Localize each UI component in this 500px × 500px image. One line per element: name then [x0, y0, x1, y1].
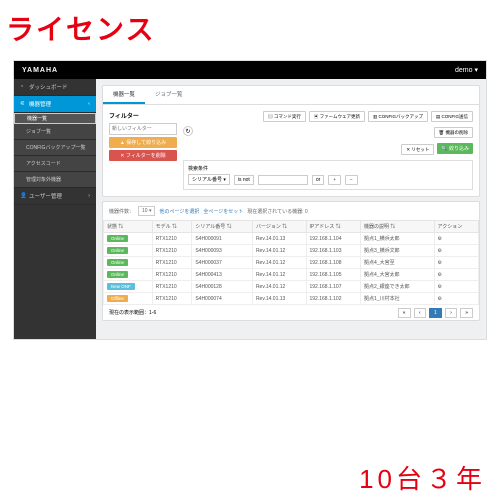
filter-name-input[interactable] — [109, 123, 177, 135]
fw-update-button[interactable]: ▣ ファームウェア更新 — [309, 111, 365, 122]
user-icon: 👤 — [20, 193, 26, 199]
overlay-top-text: ライセンス — [0, 0, 500, 52]
page-delete-link[interactable]: 他のページを選択 — [159, 208, 199, 215]
status-badge: Online — [107, 259, 128, 266]
share-icon: ⚟ — [20, 101, 26, 107]
table-row[interactable]: OfflineRTX1210S4H000074Rev.14.01.13192.1… — [104, 293, 479, 305]
reset-button[interactable]: ✕ リセット — [401, 144, 434, 155]
cond-add-button[interactable]: + — [328, 175, 341, 185]
all-select-link[interactable]: 全ページをセット — [203, 208, 243, 215]
pager-first[interactable]: « — [398, 308, 411, 318]
sidebar-item-config-backup[interactable]: CONFIGバックアップ一覧 — [14, 140, 96, 156]
table-row[interactable]: OnlineRTX1210S4H000037Rev.14.01.12192.16… — [104, 257, 479, 269]
filter-title: フィルター — [109, 111, 177, 120]
tab-devices[interactable]: 機器一覧 — [103, 86, 145, 104]
status-badge: Online — [107, 271, 128, 278]
status-badge: New ONF — [107, 283, 135, 290]
overlay-bottom-text: 10台３年 — [359, 459, 486, 496]
pager-page[interactable]: 1 — [429, 308, 442, 318]
cond-value-input[interactable] — [258, 175, 308, 185]
col-status[interactable]: 状態 ⇅ — [104, 221, 153, 233]
items-label: 機器件数： — [109, 208, 134, 215]
gauge-icon: ◔ — [20, 84, 26, 90]
filter-save-button[interactable]: ▲ 保存して絞り込み — [109, 137, 177, 148]
brand-logo: YAMAHA — [22, 67, 58, 74]
user-menu[interactable]: demo ▾ — [455, 66, 478, 74]
sidebar-item-access-code[interactable]: アクセスコード — [14, 156, 96, 172]
status-badge: Online — [107, 235, 128, 242]
sidebar-item-unmanaged[interactable]: 管理対象外機器 — [14, 172, 96, 188]
gear-icon[interactable]: ⚙ — [438, 260, 442, 266]
tabs: 機器一覧 ジョブ一覧 — [103, 86, 479, 105]
gear-icon[interactable]: ⚙ — [438, 248, 442, 254]
pager: 現在の表示範囲：1-6 « ‹ 1 › » — [103, 305, 479, 320]
page-size-select[interactable]: 10 ▾ — [138, 206, 155, 216]
config-backup-button[interactable]: ▥ CONFIGバックアップ — [368, 111, 428, 122]
sidebar-item-devices[interactable]: ⚟機器管理‹ — [14, 96, 96, 113]
content-area: 機器一覧 ジョブ一覧 フィルター ▲ 保存して絞り込み ✕ フィルターを削除 ▤… — [96, 79, 486, 340]
tab-jobs[interactable]: ジョブ一覧 — [145, 86, 193, 104]
gear-icon[interactable]: ⚙ — [438, 236, 442, 242]
col-serial[interactable]: シリアル番号 ⇅ — [192, 221, 253, 233]
col-version[interactable]: バージョン ⇅ — [252, 221, 306, 233]
cond-op2-select[interactable]: or — [312, 175, 324, 185]
cmd-exec-button[interactable]: ▤ コマンド実行 — [263, 111, 306, 122]
pager-last[interactable]: » — [460, 308, 473, 318]
apply-filter-button[interactable]: 🔍 絞り込み — [437, 143, 473, 154]
cond-op1-select[interactable]: is not — [234, 175, 254, 185]
device-table: 状態 ⇅ モデル ⇅ シリアル番号 ⇅ バージョン ⇅ IPアドレス ⇅ 機器の… — [103, 220, 479, 305]
gear-icon[interactable]: ⚙ — [438, 284, 442, 290]
status-badge: Offline — [107, 295, 128, 302]
range-text: 現在の表示範囲：1-6 — [109, 309, 156, 316]
sidebar-item-device-list[interactable]: 機器一覧 — [14, 113, 96, 124]
selected-count: 現在選択されている機器: 0 — [247, 208, 307, 215]
filter-delete-button[interactable]: ✕ フィルターを削除 — [109, 150, 177, 161]
search-condition: 検索条件 シリアル番号 ▾ is not or + − — [183, 160, 473, 190]
table-row[interactable]: OnlineRTX1210S4H000091Rev.14.01.13192.16… — [104, 233, 479, 245]
col-owner[interactable]: 機器の説明 ⇅ — [361, 221, 435, 233]
sidebar-item-users[interactable]: 👤ユーザー管理› — [14, 188, 96, 205]
gear-icon[interactable]: ⚙ — [438, 272, 442, 278]
filter-panel: フィルター ▲ 保存して絞り込み ✕ フィルターを削除 — [109, 111, 177, 190]
refresh-button[interactable]: ↻ — [183, 126, 193, 136]
col-action: アクション — [434, 221, 478, 233]
cond-remove-button[interactable]: − — [345, 175, 358, 185]
sidebar: ◔ダッシュボード ⚟機器管理‹ 機器一覧 ジョブ一覧 CONFIGバックアップ一… — [14, 79, 96, 340]
table-row[interactable]: OnlineRTX1210S4H000093Rev.14.01.12192.16… — [104, 245, 479, 257]
refresh-icon: ↻ — [185, 128, 190, 135]
cond-field-select[interactable]: シリアル番号 ▾ — [188, 174, 230, 185]
pager-prev[interactable]: ‹ — [414, 308, 426, 318]
col-ip[interactable]: IPアドレス ⇅ — [306, 221, 361, 233]
app-window: YAMAHA demo ▾ ◔ダッシュボード ⚟機器管理‹ 機器一覧 ジョブ一覧… — [13, 60, 487, 340]
cond-title: 検索条件 — [188, 165, 468, 172]
table-row[interactable]: New ONFRTX1210S4H000128Rev.14.01.12192.1… — [104, 281, 479, 293]
gear-icon[interactable]: ⚙ — [438, 296, 442, 302]
topbar: YAMAHA demo ▾ — [14, 61, 486, 79]
status-badge: Online — [107, 247, 128, 254]
config-send-button[interactable]: ▤ CONFIG送信 — [431, 111, 473, 122]
table-controls: 機器件数： 10 ▾ 他のページを選択 全ページをセット 現在選択されている機器… — [103, 202, 479, 220]
sidebar-item-dashboard[interactable]: ◔ダッシュボード — [14, 79, 96, 96]
table-row[interactable]: OnlineRTX1210S4H000413Rev.14.01.12192.16… — [104, 269, 479, 281]
pager-next[interactable]: › — [445, 308, 457, 318]
device-delete-button[interactable]: 🗑 機器の削除 — [434, 127, 473, 138]
col-model[interactable]: モデル ⇅ — [152, 221, 192, 233]
sidebar-item-job-list[interactable]: ジョブ一覧 — [14, 124, 96, 140]
